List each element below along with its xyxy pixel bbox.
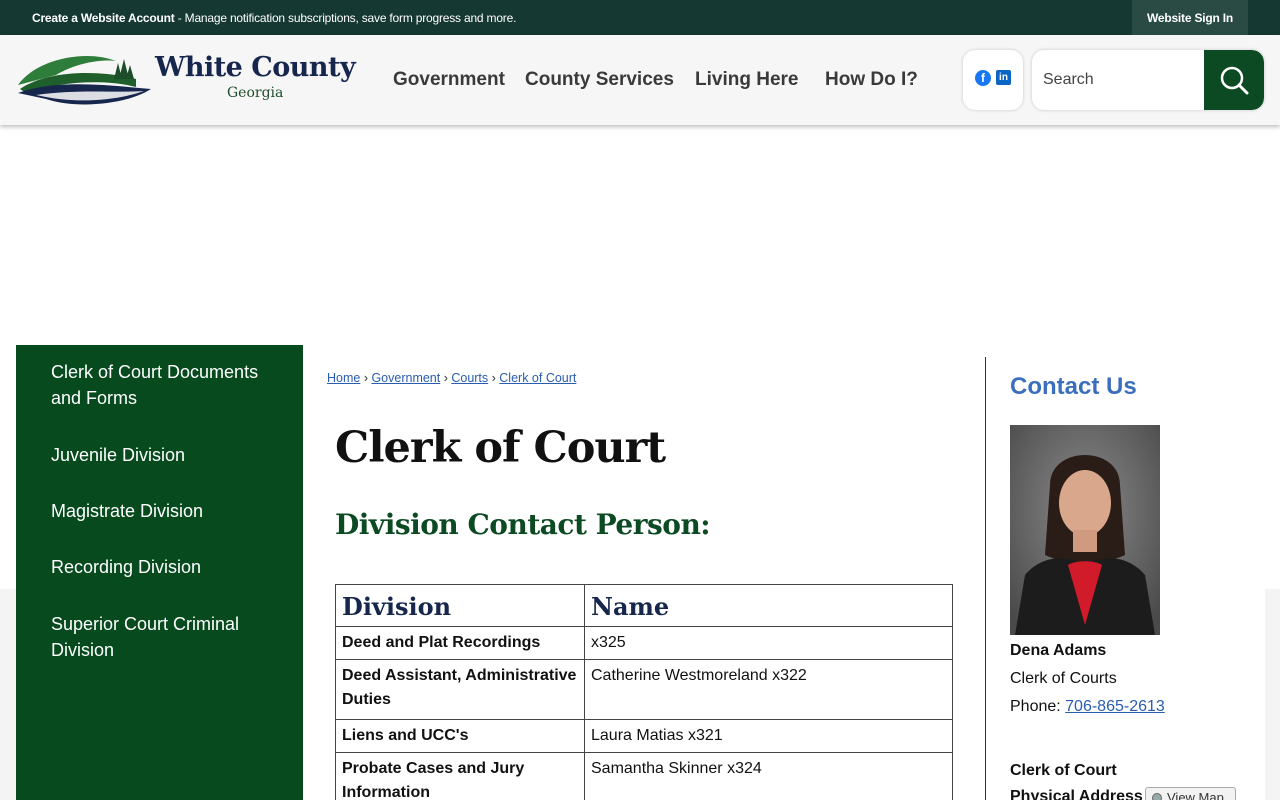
linkedin-icon[interactable]: in [996, 70, 1011, 85]
page-title: Clerk of Court [335, 423, 666, 473]
table-header-division: Division [335, 584, 585, 627]
table-row: Deed Assistant, Administrative Duties Ca… [335, 659, 953, 720]
breadcrumb-government[interactable]: Government [371, 371, 440, 385]
nav-government[interactable]: Government [393, 69, 505, 91]
search-button[interactable] [1204, 50, 1264, 110]
search-box [1032, 50, 1264, 110]
nav-how-do-i[interactable]: How Do I? [825, 69, 918, 91]
site-logo[interactable]: White County Georgia [16, 49, 361, 109]
breadcrumb-courts[interactable]: Courts [451, 371, 488, 385]
search-input[interactable] [1032, 50, 1204, 110]
table-row: Liens and UCC's Laura Matias x321 [335, 719, 953, 753]
division-contact-table: Division Name Deed and Plat Recordings x… [335, 584, 953, 800]
sidenav-superior-court-criminal[interactable]: Superior Court Criminal Division [51, 611, 271, 663]
breadcrumb: Home › Government › Courts › Clerk of Co… [327, 371, 577, 385]
contact-name: Dena Adams [1010, 642, 1107, 659]
sign-in-button[interactable]: Website Sign In [1132, 0, 1248, 35]
section-title: Division Contact Person: [335, 508, 711, 541]
logo-title: White County [155, 52, 356, 83]
sidenav-juvenile-division[interactable]: Juvenile Division [51, 442, 271, 468]
search-icon [1220, 66, 1249, 95]
social-links: f in [963, 50, 1023, 110]
right-page-margin [1265, 589, 1280, 800]
table-cell-name: Catherine Westmoreland x322 [584, 659, 953, 720]
nav-living-here[interactable]: Living Here [695, 69, 798, 91]
map-pin-icon [1152, 793, 1162, 800]
table-row: Deed and Plat Recordings x325 [335, 626, 953, 660]
address-label: Physical Address [1010, 788, 1143, 800]
logo-emblem [18, 55, 151, 105]
nav-county-services[interactable]: County Services [525, 69, 674, 91]
create-account-link[interactable]: Create a Website Account - Manage notifi… [32, 11, 516, 25]
table-cell-division: Deed Assistant, Administrative Duties [335, 659, 585, 720]
table-cell-division: Liens and UCC's [335, 719, 585, 753]
sidenav-magistrate-division[interactable]: Magistrate Division [51, 498, 271, 524]
phone-link[interactable]: 706-865-2613 [1065, 698, 1165, 715]
table-cell-name: x325 [584, 626, 953, 660]
table-cell-division: Deed and Plat Recordings [335, 626, 585, 660]
logo-subtitle: Georgia [227, 85, 284, 101]
contact-title: Clerk of Courts [1010, 670, 1117, 687]
contact-panel: Contact Us Dena Adams Clerk of Courts Ph… [986, 345, 1280, 800]
breadcrumb-home[interactable]: Home [327, 371, 360, 385]
sidenav-documents-forms[interactable]: Clerk of Court Documents and Forms [51, 359, 271, 411]
side-nav: Clerk of Court Documents and Forms Juven… [16, 345, 303, 800]
table-header-row: Division Name [335, 584, 953, 627]
facebook-icon[interactable]: f [975, 70, 991, 86]
sidenav-recording-division[interactable]: Recording Division [51, 554, 271, 580]
table-row: Probate Cases and Jury Information Saman… [335, 752, 953, 800]
table-cell-name: Samantha Skinner x324 [584, 752, 953, 800]
contact-photo [1010, 425, 1160, 635]
contact-heading: Contact Us [1010, 373, 1137, 400]
view-map-button[interactable]: View Map [1145, 787, 1236, 800]
address-heading: Clerk of Court [1010, 762, 1117, 779]
table-cell-division: Probate Cases and Jury Information [335, 752, 585, 800]
left-page-margin [0, 589, 16, 800]
breadcrumb-clerk-of-court[interactable]: Clerk of Court [499, 371, 576, 385]
table-cell-name: Laura Matias x321 [584, 719, 953, 753]
top-bar: Create a Website Account - Manage notifi… [0, 0, 1280, 35]
site-header: White County Georgia Government County S… [0, 35, 1280, 125]
main-content: Home › Government › Courts › Clerk of Co… [303, 345, 985, 800]
table-header-name: Name [584, 584, 953, 627]
contact-phone: Phone: 706-865-2613 [1010, 698, 1165, 715]
